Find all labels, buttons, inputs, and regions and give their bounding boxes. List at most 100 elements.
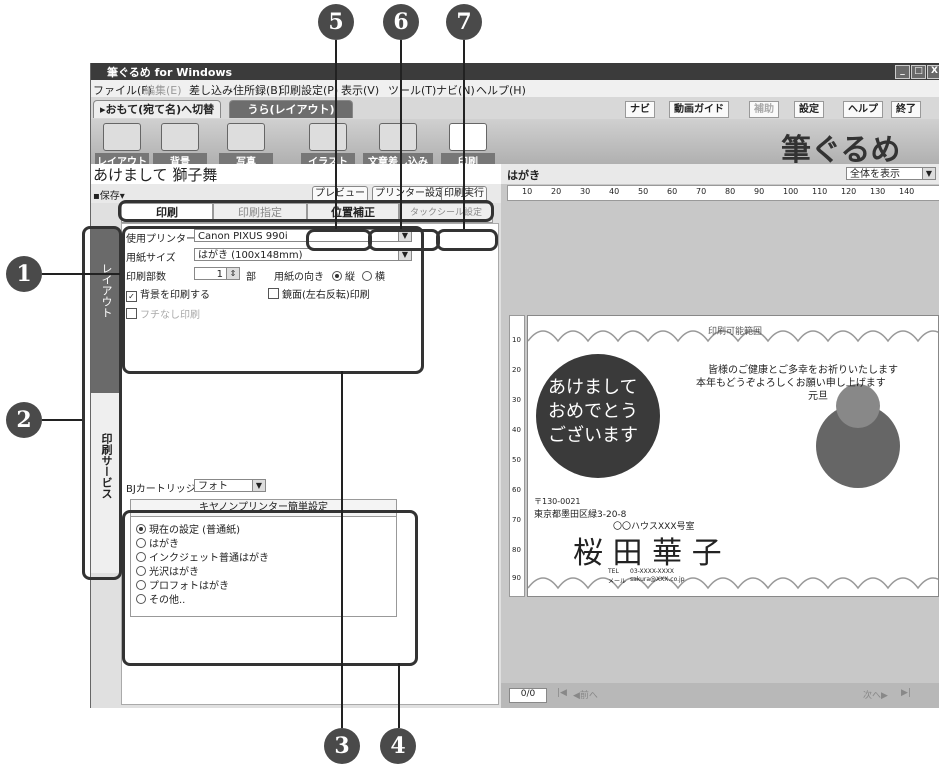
settings-button[interactable]: 設定 [794,101,824,118]
ruler-tick: 90 [754,187,765,196]
background-tool[interactable]: 背景 [153,121,207,168]
highlight-preview-btn [306,229,372,251]
layout-icon [103,123,141,151]
ruler-tick: 80 [725,187,736,196]
cartridge-select[interactable]: フォト ▼ [194,479,266,492]
leader-2 [42,419,82,421]
highlight-tabs [118,200,494,222]
leader-4 [398,663,400,728]
ruler-tick: 40 [512,426,521,434]
illust-tool[interactable]: イラスト [301,121,355,168]
ruler-tick: 60 [667,187,678,196]
ruler-tick: 10 [522,187,533,196]
menu-bar: ファイル(F) 編集(E) 差し込み住所録(B) 印刷設定(P) 表示(V) ツ… [91,80,939,97]
preview-label: はがき [507,169,540,182]
ruler-tick: 20 [512,366,521,374]
menu-help[interactable]: ヘルプ(H) [476,82,526,98]
chevron-down-icon: ▼ [922,168,935,179]
document-title: あけまして 獅子舞 [91,164,503,184]
text-insert-icon [379,123,417,151]
printer-icon [449,123,487,151]
photo-tool[interactable]: 写真 [219,121,273,168]
print-tool[interactable]: 印刷 [441,121,495,168]
prev-page-button[interactable]: ◀前へ [573,688,598,701]
ruler-tick: 130 [870,187,886,196]
sender-name: 桜 田 華 子 [573,536,722,571]
background-icon [161,123,199,151]
printable-area-label: 印刷可能範囲 [708,327,763,337]
highlight-print-exec-btn [436,229,498,251]
greeting-text: あけましておめでとうございます [548,377,638,446]
mail-value: sakura@XXX.co.jp [630,576,685,583]
ruler-tick: 40 [609,187,620,196]
highlight-side-tabs [82,226,122,580]
main-toolbar: レイアウト 背景 写真 イラスト 文章差し込み 印刷 筆ぐるめ [91,119,939,168]
callout-6: 6 [383,4,419,40]
callout-1: 1 [6,256,42,292]
menu-edit[interactable]: 編集(E) [144,82,182,98]
mode-tabs: ▸おもて(宛て名)へ切替 うら(レイアウト) ナビ 動画ガイド 補助 設定 ヘル… [91,97,939,119]
leader-3 [341,371,343,728]
menu-print-settings[interactable]: 印刷設定(P) [279,82,338,98]
video-guide-button[interactable]: 動画ガイド [669,101,729,118]
zoom-select[interactable]: 全体を表示 ▼ [846,167,936,180]
menu-navi[interactable]: ナビ(N) [436,82,475,98]
ruler-tick: 100 [783,187,799,196]
menu-tools[interactable]: ツール(T) [388,82,436,98]
callout-5: 5 [318,4,354,40]
ruler-tick: 20 [551,187,562,196]
ruler-tick: 140 [899,187,915,196]
page-nav-bar: 0/0 |◀ ◀前へ 次へ▶ ▶| [501,683,939,708]
postal-code: 〒130-0021 [534,497,581,506]
leader-7 [463,40,465,229]
ruler-tick: 70 [696,187,707,196]
mail-label: メール [608,578,627,585]
tel-value: 03-XXXX-XXXX [630,568,674,575]
close-button[interactable]: X [927,65,939,79]
ruler-tick: 10 [512,336,521,344]
callout-4: 4 [380,728,416,764]
ruler-tick: 70 [512,516,521,524]
next-page-button[interactable]: 次へ▶ [863,688,888,701]
last-page-button[interactable]: ▶| [901,688,911,698]
help-button[interactable]: ヘルプ [843,101,883,118]
ruler-tick: 120 [841,187,857,196]
ruler-tick: 30 [580,187,591,196]
title-bar: 筆ぐるめ for Windows _ □ X [91,63,939,80]
exit-button[interactable]: 終了 [891,101,921,118]
chevron-down-icon: ▼ [252,480,265,491]
postcard-preview: 印刷可能範囲 あけましておめでとうございます 皆様のご健康とご多幸をお祈りいたし… [527,315,939,597]
ruler-tick: 50 [638,187,649,196]
navi-button[interactable]: ナビ [625,101,655,118]
ruler-tick: 50 [512,456,521,464]
photo-icon [227,123,265,151]
menu-view[interactable]: 表示(V) [341,82,379,98]
horizontal-ruler: 10 20 30 40 50 60 70 80 90 100 110 120 1… [507,185,939,201]
callout-2: 2 [6,402,42,438]
highlight-printer-btn [368,229,440,251]
cartridge-label: BJカートリッジ [126,484,196,495]
illust-icon [309,123,347,151]
ruler-tick: 90 [512,574,521,582]
page-counter: 0/0 [509,688,547,703]
menu-addressbook[interactable]: 差し込み住所録(B) [189,82,282,98]
tab-front[interactable]: ▸おもて(宛て名)へ切替 [93,100,222,118]
tel-label: TEL [608,568,619,575]
restore-button[interactable]: □ [911,65,926,79]
highlight-cartridge [122,510,418,666]
assist-button[interactable]: 補助 [749,101,779,118]
first-page-button[interactable]: |◀ [557,688,567,698]
callout-7: 7 [446,4,482,40]
layout-tool[interactable]: レイアウト [95,121,149,168]
minimize-button[interactable]: _ [895,65,910,79]
callout-3: 3 [324,728,360,764]
save-button[interactable]: ▪保存▾ [93,187,125,202]
text-insert-tool[interactable]: 文章差し込み [363,121,433,168]
window-title: 筆ぐるめ for Windows [107,66,233,79]
ruler-tick: 80 [512,546,521,554]
leader-6 [400,40,402,229]
app-logo: 筆ぐるめ [781,133,901,168]
message-line-2: 本年もどうぞよろしくお願い申し上げます [696,378,886,389]
ruler-tick: 30 [512,396,521,404]
ruler-tick: 60 [512,486,521,494]
